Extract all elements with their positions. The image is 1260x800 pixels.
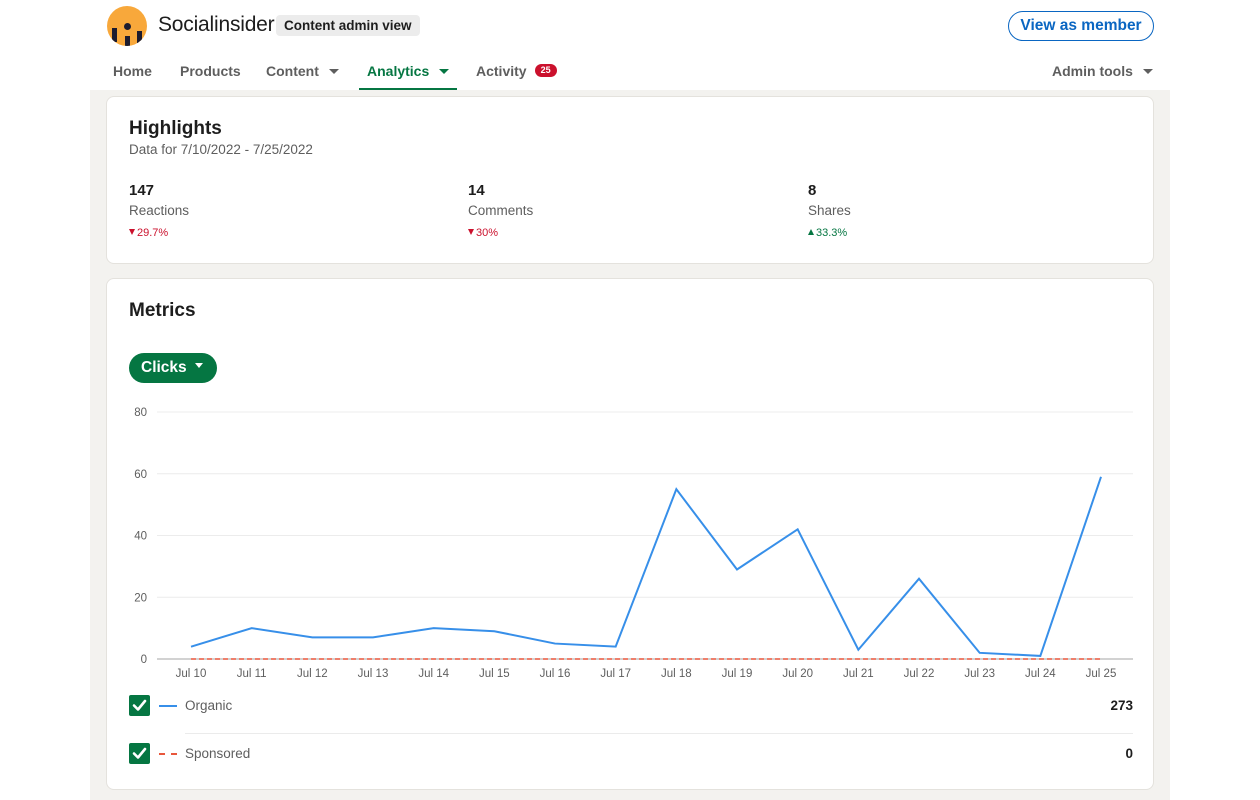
checkmark-icon bbox=[132, 699, 147, 711]
nav-tab-analytics[interactable]: Analytics bbox=[358, 52, 458, 90]
nav-tab-label: Activity bbox=[476, 63, 527, 79]
trend-up-icon bbox=[808, 229, 814, 236]
stat-label: Comments bbox=[468, 203, 534, 218]
legend-total: 273 bbox=[1110, 698, 1133, 713]
stat-value: 8 bbox=[808, 182, 817, 199]
stat-reactions: 147 Reactions 29.7% bbox=[129, 182, 429, 239]
stat-change: 29.7% bbox=[129, 227, 429, 239]
chevron-down-icon bbox=[328, 68, 339, 74]
x-tick-label: Jul 12 bbox=[297, 668, 328, 680]
trend-down-icon bbox=[129, 229, 135, 236]
top-header: Socialinsider Content admin view View as… bbox=[0, 0, 1260, 92]
stat-shares: 8 Shares 33.3% bbox=[808, 182, 1108, 239]
legend-row-organic: Organic 273 bbox=[129, 684, 1133, 732]
x-tick-label: Jul 14 bbox=[418, 668, 449, 680]
admin-tools-label: Admin tools bbox=[1052, 63, 1133, 79]
nav-tab-products[interactable]: Products bbox=[180, 52, 241, 90]
stat-comments: 14 Comments 30% bbox=[468, 182, 768, 239]
x-tick-label: Jul 16 bbox=[540, 668, 571, 680]
date-range: Data for 7/10/2022 - 7/25/2022 bbox=[129, 142, 313, 157]
socialinsider-logo-icon[interactable] bbox=[107, 6, 147, 46]
y-tick-label: 20 bbox=[134, 592, 147, 604]
x-tick-label: Jul 25 bbox=[1086, 668, 1117, 680]
x-tick-label: Jul 17 bbox=[600, 668, 631, 680]
nav-tab-activity[interactable]: Activity 25 bbox=[476, 52, 557, 90]
stat-value: 14 bbox=[468, 182, 485, 199]
nav-tab-label: Products bbox=[180, 63, 241, 79]
organic-checkbox[interactable] bbox=[129, 695, 150, 716]
nav-tab-home[interactable]: Home bbox=[113, 52, 152, 90]
x-tick-label: Jul 13 bbox=[358, 668, 389, 680]
organic-line-swatch-icon bbox=[159, 705, 177, 707]
admin-tools-dropdown[interactable]: Admin tools bbox=[1052, 52, 1153, 90]
legend-total: 0 bbox=[1125, 746, 1133, 761]
sponsored-line-swatch-icon bbox=[159, 753, 177, 755]
activity-count-badge: 25 bbox=[534, 63, 557, 77]
nav-tab-label: Content bbox=[266, 63, 319, 79]
x-tick-label: Jul 24 bbox=[1025, 668, 1056, 680]
highlights-card: Highlights Data for 7/10/2022 - 7/25/202… bbox=[106, 96, 1154, 264]
highlights-title: Highlights bbox=[129, 118, 222, 139]
stat-label: Shares bbox=[808, 203, 851, 218]
legend-label: Organic bbox=[185, 698, 233, 713]
sponsored-checkbox[interactable] bbox=[129, 743, 150, 764]
brand-name[interactable]: Socialinsider bbox=[158, 13, 275, 37]
chevron-down-icon bbox=[1142, 68, 1153, 74]
view-as-member-button[interactable]: View as member bbox=[1008, 11, 1154, 41]
x-tick-label: Jul 21 bbox=[843, 668, 874, 680]
checkmark-icon bbox=[132, 747, 147, 759]
metrics-card: Metrics Clicks 0 20 40 60 80 Jul 10 Jul 11 Jul… bbox=[106, 278, 1154, 790]
y-tick-label: 0 bbox=[141, 654, 147, 666]
page-content: Highlights Data for 7/10/2022 - 7/25/202… bbox=[90, 90, 1170, 800]
y-tick-label: 60 bbox=[134, 469, 147, 481]
stat-value: 147 bbox=[129, 182, 155, 199]
x-tick-label: Jul 10 bbox=[176, 668, 207, 680]
legend-label: Sponsored bbox=[185, 746, 251, 761]
legend-row-sponsored: Sponsored 0 bbox=[129, 732, 1133, 780]
nav-tab-content[interactable]: Content bbox=[266, 52, 339, 90]
x-tick-label: Jul 11 bbox=[237, 668, 267, 680]
series-line-organic[interactable] bbox=[190, 476, 1102, 657]
trend-down-icon bbox=[468, 229, 474, 236]
x-tick-label: Jul 20 bbox=[782, 668, 813, 680]
chevron-down-icon bbox=[439, 68, 450, 74]
x-tick-label: Jul 15 bbox=[479, 668, 510, 680]
content-admin-view-badge: Content admin view bbox=[276, 15, 420, 36]
x-tick-label: Jul 22 bbox=[904, 668, 935, 680]
stat-change: 33.3% bbox=[808, 227, 1108, 239]
nav-tab-label: Analytics bbox=[367, 63, 430, 79]
y-tick-label: 40 bbox=[134, 531, 147, 543]
admin-nav: Home Products Content Analytics Activity… bbox=[0, 52, 1260, 90]
x-tick-label: Jul 23 bbox=[964, 668, 995, 680]
stat-change: 30% bbox=[468, 227, 768, 239]
x-tick-label: Jul 19 bbox=[722, 668, 753, 680]
y-tick-label: 80 bbox=[134, 407, 147, 419]
x-tick-label: Jul 18 bbox=[661, 668, 692, 680]
nav-tab-label: Home bbox=[113, 63, 152, 79]
stat-label: Reactions bbox=[129, 203, 190, 218]
